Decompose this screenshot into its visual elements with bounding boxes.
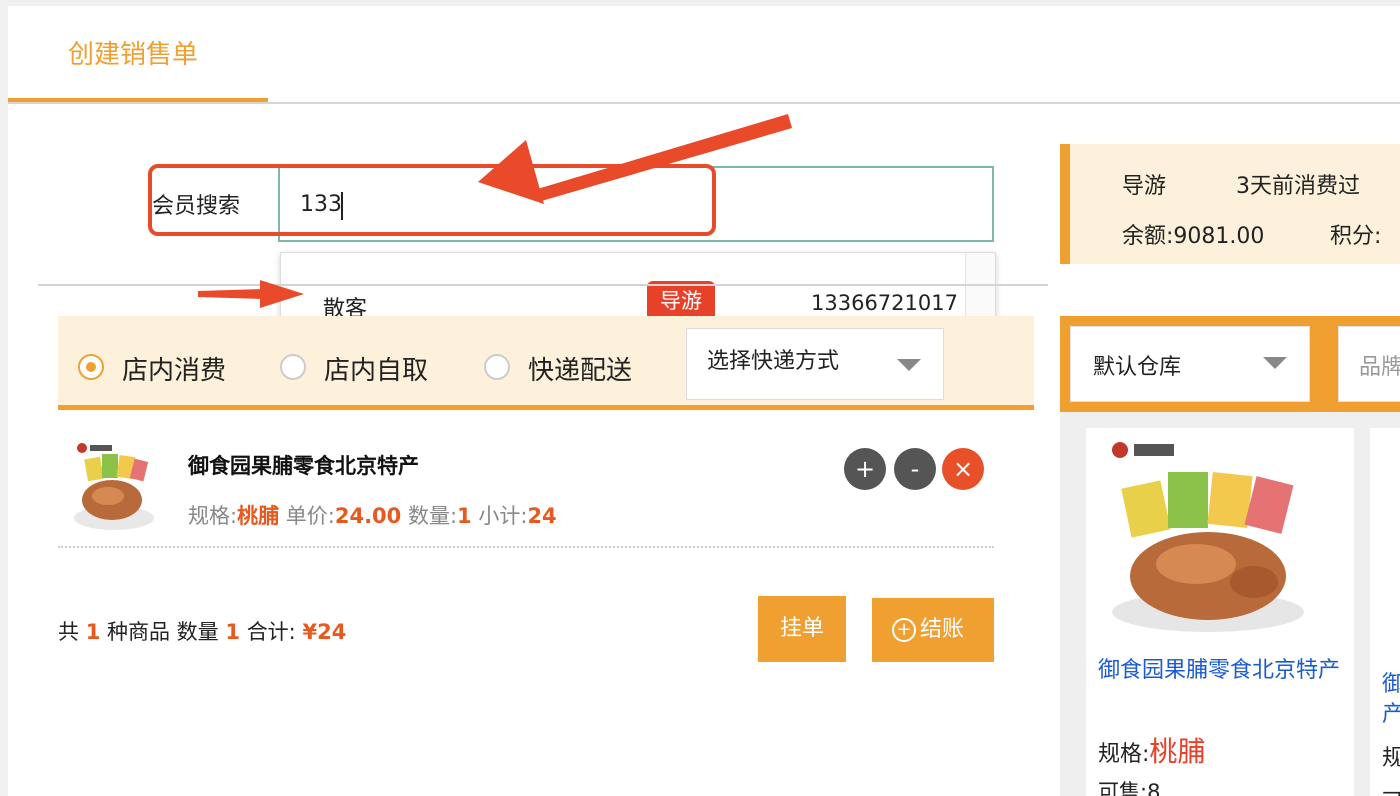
delivery-options-bar: 店内消费 店内自取 快递配送 选择快递方式	[58, 316, 1034, 410]
warehouse-select[interactable]: 默认仓库	[1070, 326, 1310, 402]
cart-item-details: 规格:桃脯 单价:24.00 数量:1 小计:24	[188, 500, 557, 530]
plus-circle-icon: +	[892, 618, 916, 642]
order-summary: 共 1 种商品 数量 1 合计: ¥24	[58, 616, 346, 646]
option-dine-in[interactable]: 店内消费	[122, 350, 226, 387]
qty-label: 数量:	[407, 504, 458, 528]
remove-item-button[interactable]: ×	[942, 448, 984, 490]
spec-value: 桃脯	[237, 504, 280, 528]
radio-icon-pickup[interactable]	[280, 354, 306, 380]
tab-label: 创建销售单	[68, 40, 199, 70]
summary-total-label: 合计:	[246, 620, 296, 644]
price-label: 单价:	[285, 504, 335, 528]
warehouse-value: 默认仓库	[1093, 355, 1182, 380]
subtotal-label: 小计:	[478, 504, 528, 528]
cart-item-name: 御食园果脯零食北京特产	[188, 454, 419, 478]
item-divider	[58, 546, 994, 548]
product-card-partial[interactable]: 御 产 规 可	[1370, 428, 1400, 796]
product-grid: 御食园果脯零食北京特产 规格:桃脯 可售:8 御 产 规 可	[1060, 412, 1400, 796]
radio-icon-dine-in[interactable]	[78, 354, 104, 380]
tab-create-sales-order[interactable]: 创建销售单	[8, 6, 268, 102]
qty-value: 1	[457, 504, 472, 528]
radio-icon-express[interactable]	[484, 354, 510, 380]
chevron-down-icon	[897, 359, 921, 371]
subtotal-value: 24	[527, 504, 557, 528]
annotation-arrow-small	[198, 289, 264, 299]
partial-stock: 可	[1382, 784, 1400, 796]
member-search-label: 会员搜索	[152, 194, 241, 219]
spec-label: 规格:	[188, 504, 238, 528]
member-search-input[interactable]	[278, 166, 994, 242]
product-name-link[interactable]: 御食园果脯零食北京特产	[1098, 656, 1350, 686]
warehouse-filter-bar: 默认仓库 品牌	[1060, 316, 1400, 412]
member-info-panel: 导游 3天前消费过 余额:9081.00 积分:	[1060, 144, 1400, 264]
summary-kinds: 1	[85, 620, 101, 644]
summary-total: ¥24	[302, 620, 347, 644]
product-spec-label: 规格:	[1098, 742, 1150, 767]
express-select-value: 选择快递方式	[707, 349, 840, 374]
text-caret	[341, 192, 343, 220]
checkout-label: 结账	[920, 617, 965, 642]
increase-qty-button[interactable]: +	[844, 448, 886, 490]
member-type: 导游	[1122, 174, 1167, 199]
member-balance: 余额:9081.00	[1122, 224, 1265, 249]
summary-kinds-suffix: 种商品 数量	[107, 620, 219, 644]
product-thumbnail	[70, 438, 160, 536]
partial-name-2: 产	[1382, 702, 1400, 727]
hold-order-button[interactable]: 挂单	[758, 596, 846, 662]
brand-select[interactable]: 品牌	[1338, 326, 1400, 402]
summary-qty: 1	[225, 620, 240, 644]
chevron-down-icon	[1263, 357, 1287, 369]
member-points: 积分:	[1330, 224, 1382, 249]
brand-placeholder: 品牌	[1359, 355, 1400, 380]
product-spec: 规格:桃脯	[1098, 730, 1205, 770]
partial-spec: 规	[1382, 746, 1400, 771]
suggestion-phone: 13366721017	[811, 291, 958, 315]
price-value: 24.00	[334, 504, 402, 528]
sales-order-page: 创建销售单 会员搜索 散客 导游 13366721017 导游 3天前消费过 余…	[8, 6, 1400, 796]
product-card[interactable]: 御食园果脯零食北京特产 规格:桃脯 可售:8	[1086, 428, 1354, 796]
product-spec-value: 桃脯	[1149, 735, 1206, 768]
summary-prefix: 共	[58, 620, 79, 644]
product-stock: 可售:8	[1098, 780, 1161, 796]
decrease-qty-button[interactable]: -	[894, 448, 936, 490]
member-type-badge: 导游	[647, 281, 715, 321]
header-divider	[8, 102, 1400, 104]
partial-name-1: 御	[1382, 672, 1400, 697]
member-last-visit: 3天前消费过	[1236, 174, 1360, 199]
option-pickup[interactable]: 店内自取	[324, 350, 428, 387]
option-express[interactable]: 快递配送	[528, 350, 632, 387]
section-divider	[38, 284, 1048, 286]
checkout-button[interactable]: + 结账	[872, 598, 994, 662]
product-image	[1104, 436, 1324, 636]
express-method-select[interactable]: 选择快递方式	[686, 328, 944, 400]
